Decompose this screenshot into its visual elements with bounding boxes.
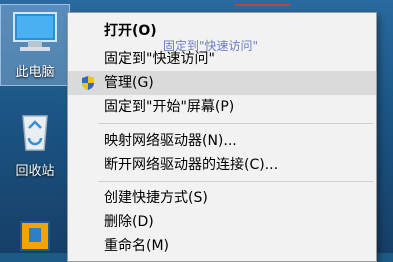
menu-separator [98, 181, 373, 182]
menu-item-create-shortcut-label: 创建快捷方式(S) [104, 190, 208, 206]
menu-item-create-shortcut[interactable]: 创建快捷方式(S) [68, 186, 376, 210]
menu-item-rename[interactable]: 重命名(M) [68, 234, 376, 258]
menu-item-disconnect-drive[interactable]: 断开网络驱动器的连接(C)... [68, 153, 376, 177]
context-menu: 打开(O) 固定到"快速访问" 固定到"快速访问" 管理(G) 固定到"开始"屏… [67, 12, 377, 262]
this-pc-desktop-icon[interactable]: 此电脑 [0, 4, 70, 86]
menu-item-pin-start[interactable]: 固定到"开始"屏幕(P) [68, 95, 376, 119]
uac-shield-icon [82, 76, 94, 90]
app-icon [20, 221, 50, 251]
desktop: 此电脑 回收站 打开(O) 固定到"快速访问" 固定到"快速访问" 管理(G) … [0, 0, 393, 262]
menu-item-map-drive-label: 映射网络驱动器(N)... [104, 133, 237, 149]
menu-item-rename-label: 重命名(M) [104, 238, 170, 254]
menu-separator [98, 123, 373, 124]
recycle-bin-icon [22, 115, 48, 151]
recycle-bin-desktop-icon[interactable]: 回收站 [0, 110, 70, 179]
menu-item-pin-quick-access[interactable]: 固定到"快速访问" [68, 47, 376, 71]
red-decoration [235, 4, 290, 6]
menu-item-open-label: 打开(O) [104, 23, 157, 39]
this-pc-label: 此电脑 [15, 65, 55, 80]
menu-item-map-drive[interactable]: 映射网络驱动器(N)... [68, 129, 376, 153]
menu-item-delete[interactable]: 删除(D) [68, 210, 376, 234]
menu-item-delete-label: 删除(D) [104, 214, 154, 230]
menu-item-disconnect-drive-label: 断开网络驱动器的连接(C)... [104, 157, 279, 173]
menu-item-pin-quick-access-label: 固定到"快速访问" [104, 51, 215, 67]
app-desktop-icon[interactable] [0, 218, 70, 256]
menu-item-manage-label: 管理(G) [104, 75, 154, 91]
menu-item-pin-start-label: 固定到"开始"屏幕(P) [104, 99, 235, 115]
computer-icon [13, 12, 57, 51]
menu-item-manage[interactable]: 管理(G) [68, 71, 376, 95]
recycle-bin-label: 回收站 [15, 164, 55, 179]
